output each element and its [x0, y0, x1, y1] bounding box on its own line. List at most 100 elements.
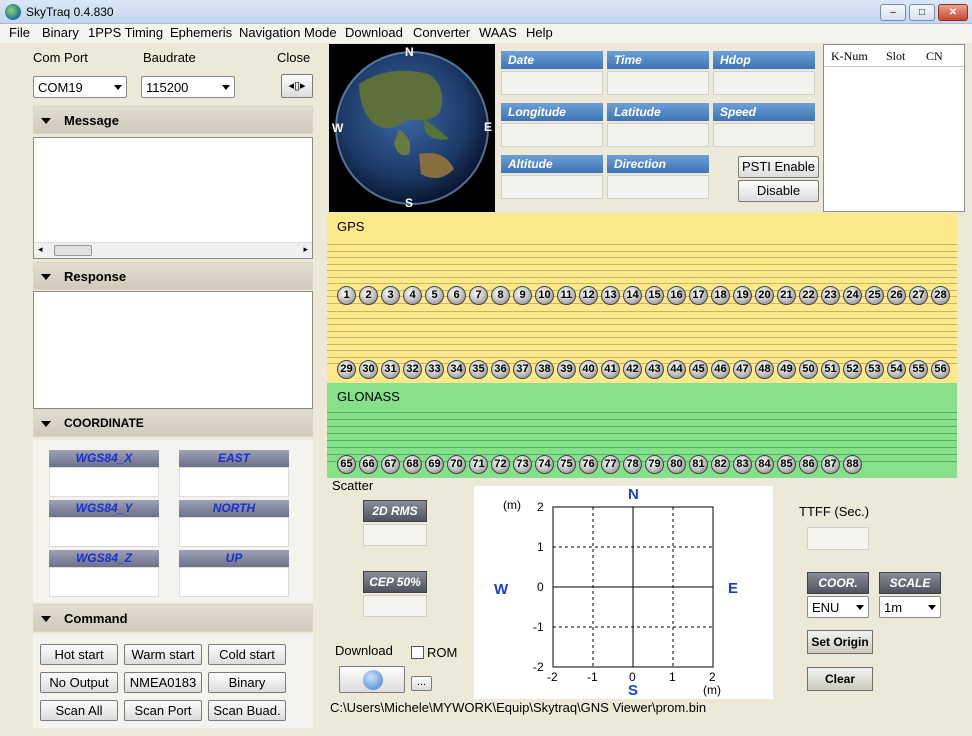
hot-start-button[interactable]: Hot start — [40, 644, 118, 665]
clear-button[interactable]: Clear — [807, 667, 873, 691]
x-tick: 2 — [709, 670, 716, 684]
rom-checkbox[interactable] — [411, 646, 424, 659]
x-tick: -1 — [587, 670, 598, 684]
menu-help[interactable]: Help — [526, 25, 553, 40]
globe-north-label: N — [405, 45, 414, 59]
scroll-thumb[interactable] — [54, 245, 92, 256]
rom-label: ROM — [427, 645, 458, 660]
no-output-button[interactable]: No Output — [40, 672, 118, 693]
psti-enable-button[interactable]: PSTI Enable — [738, 156, 819, 178]
com-port-select[interactable]: COM19 — [33, 76, 127, 98]
satellite-prn-52: 52 — [843, 360, 862, 379]
satellite-prn-7: 7 — [469, 286, 488, 305]
set-origin-button[interactable]: Set Origin — [807, 630, 873, 654]
menu-ephemeris[interactable]: Ephemeris — [170, 25, 232, 40]
close-port-label: Close — [277, 50, 311, 65]
signal-grid-line — [327, 356, 957, 358]
scroll-left-icon[interactable]: ◂ — [38, 244, 43, 255]
message-section-header[interactable]: Message — [33, 106, 313, 134]
download-icon — [363, 670, 383, 690]
menu-binary[interactable]: Binary — [42, 25, 79, 40]
signal-grid-line — [327, 289, 957, 291]
binary-button[interactable]: Binary — [208, 672, 286, 693]
globe-view: N S E W — [329, 44, 495, 212]
satellite-prn-27: 27 — [909, 286, 928, 305]
app-logo-icon — [5, 4, 21, 20]
close-window-button[interactable]: ✕ — [938, 4, 968, 21]
signal-grid-line — [327, 324, 957, 325]
download-button[interactable] — [339, 666, 405, 693]
satellite-prn-2: 2 — [359, 286, 378, 305]
message-box[interactable]: ◂ ▸ — [33, 137, 313, 259]
2d-rms-value — [363, 524, 427, 546]
scan-all-button[interactable]: Scan All — [40, 700, 118, 721]
scatter-label: Scatter — [332, 478, 374, 493]
nmea0183-button[interactable]: NMEA0183 — [124, 672, 202, 693]
scroll-right-icon[interactable]: ▸ — [303, 244, 308, 255]
satellite-prn-50: 50 — [799, 360, 818, 379]
menu-navigation-mode[interactable]: Navigation Mode — [239, 25, 337, 40]
response-box[interactable] — [33, 291, 313, 409]
hdop-value — [713, 71, 815, 95]
menu-file[interactable]: File — [9, 25, 30, 40]
scatter-south-label: S — [628, 682, 639, 699]
satellite-prn-51: 51 — [821, 360, 840, 379]
satellite-prn-3: 3 — [381, 286, 400, 305]
scan-port-button[interactable]: Scan Port — [124, 700, 202, 721]
scale-select[interactable]: 1m — [879, 596, 941, 618]
download-label: Download — [335, 643, 393, 658]
coor-select[interactable]: ENU — [807, 596, 869, 618]
connect-toggle-button[interactable]: ◂▯▸ — [281, 74, 313, 98]
slot-column-header[interactable]: Slot — [886, 49, 905, 64]
cn-column-header[interactable]: CN — [926, 49, 943, 64]
satellite-prn-56: 56 — [931, 360, 950, 379]
satellite-prn-5: 5 — [425, 286, 444, 305]
menu-converter[interactable]: Converter — [413, 25, 470, 40]
collapse-triangle-icon — [41, 616, 51, 622]
satellite-prn-40: 40 — [579, 360, 598, 379]
warm-start-button[interactable]: Warm start — [124, 644, 202, 665]
firmware-path: C:\Users\Michele\MYWORK\Equip\Skytraq\GN… — [330, 700, 707, 715]
satellite-prn-31: 31 — [381, 360, 400, 379]
satellite-prn-19: 19 — [733, 286, 752, 305]
browse-button[interactable]: ... — [411, 676, 432, 691]
satellite-prn-38: 38 — [535, 360, 554, 379]
response-section-header[interactable]: Response — [33, 262, 313, 290]
satellite-prn-55: 55 — [909, 360, 928, 379]
scan-baud-button[interactable]: Scan Buad. — [208, 700, 286, 721]
signal-grid-line — [327, 440, 957, 441]
message-hscrollbar[interactable]: ◂ ▸ — [34, 242, 312, 258]
scatter-x-unit: (m) — [703, 683, 721, 697]
baudrate-select[interactable]: 115200 — [141, 76, 235, 98]
satellite-prn-25: 25 — [865, 286, 884, 305]
psti-disable-button[interactable]: Disable — [738, 180, 819, 202]
altitude-value — [501, 175, 603, 199]
cep-50-label: CEP 50% — [363, 571, 427, 593]
wgs84-x-value — [49, 467, 159, 497]
k-num-column-header[interactable]: K-Num — [831, 49, 868, 64]
satellite-prn-70: 70 — [447, 455, 466, 474]
maximize-button[interactable]: □ — [909, 4, 935, 21]
menu-1pps-timing[interactable]: 1PPS Timing — [88, 25, 163, 40]
gps-satellite-panel: GPS 1 2 3 4 5 6 7 8 9 10 11 12 13 14 15 16 17 18 19 20 21 22 2… — [327, 213, 957, 383]
satellite-prn-45: 45 — [689, 360, 708, 379]
satellite-prn-84: 84 — [755, 455, 774, 474]
scatter-y-unit: (m) — [503, 498, 521, 512]
satellite-prn-33: 33 — [425, 360, 444, 379]
menu-waas[interactable]: WAAS — [479, 25, 517, 40]
satellite-prn-83: 83 — [733, 455, 752, 474]
globe-west-label: W — [332, 121, 344, 135]
globe-east-label: E — [484, 120, 493, 134]
coordinate-panel: WGS84_X EAST WGS84_Y NORTH WGS84_Z UP — [33, 440, 313, 602]
collapse-triangle-icon — [41, 421, 51, 427]
satellite-prn-77: 77 — [601, 455, 620, 474]
minimize-button[interactable]: ‒ — [880, 4, 906, 21]
date-value — [501, 71, 603, 95]
satellite-prn-74: 74 — [535, 455, 554, 474]
menu-download[interactable]: Download — [345, 25, 403, 40]
scatter-west-label: W — [494, 581, 509, 598]
command-section-header[interactable]: Command — [33, 604, 313, 632]
time-value — [607, 71, 709, 95]
coordinate-section-header[interactable]: COORDINATE — [33, 409, 313, 437]
cold-start-button[interactable]: Cold start — [208, 644, 286, 665]
